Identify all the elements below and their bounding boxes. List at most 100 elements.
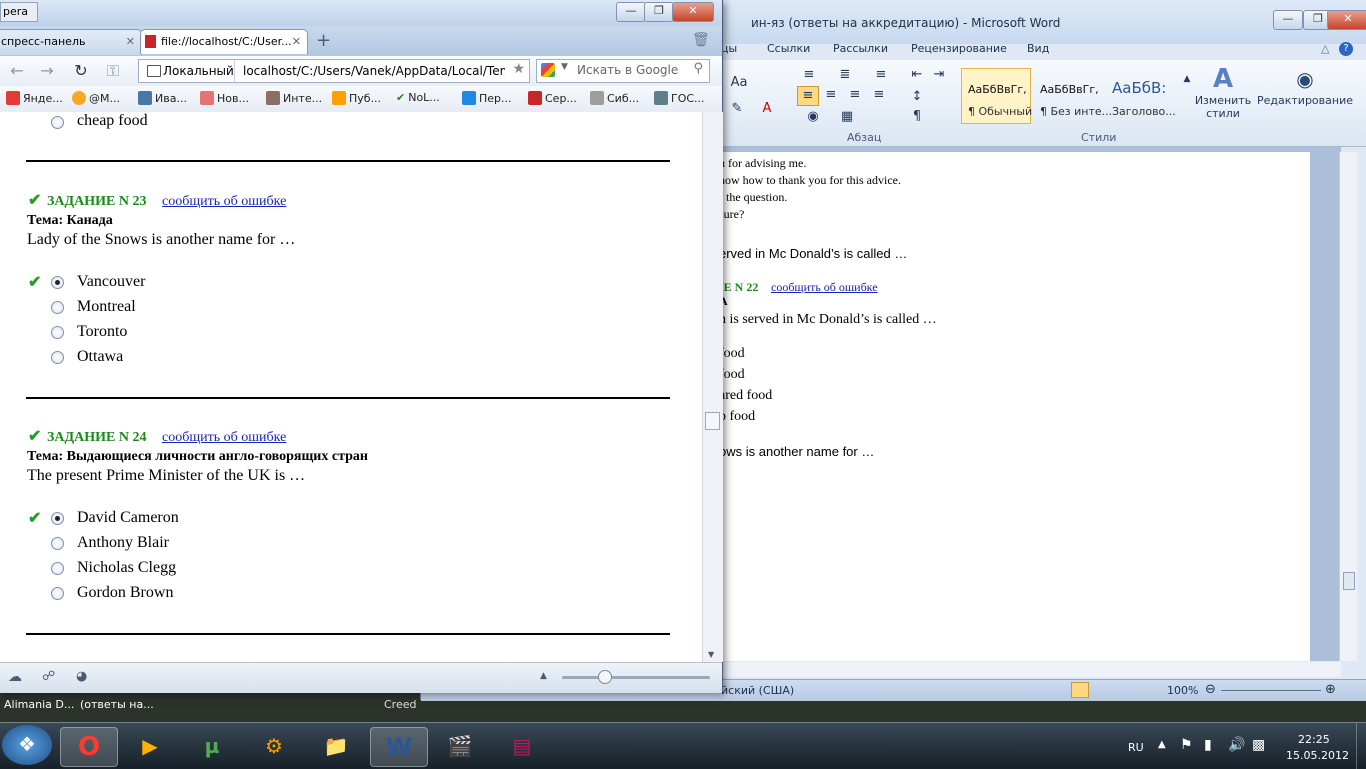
- answer-radio[interactable]: [51, 326, 64, 339]
- style-heading[interactable]: АаБбВ: Заголово...: [1105, 68, 1176, 124]
- minimize-ribbon-icon[interactable]: △: [1321, 42, 1329, 55]
- scroll-down-icon[interactable]: ▼: [708, 650, 714, 659]
- reload-icon[interactable]: ↻: [70, 60, 92, 82]
- opera-taskbar-icon[interactable]: O: [60, 727, 118, 767]
- highlight-icon[interactable]: ✎: [727, 100, 747, 118]
- back-icon[interactable]: ←: [6, 60, 28, 82]
- bookmark-item[interactable]: Ива...: [138, 91, 187, 105]
- tab-close-icon[interactable]: ✕: [292, 30, 301, 54]
- bookmark-item[interactable]: Янде...: [6, 91, 63, 105]
- bookmark-item[interactable]: ✔ NoL...: [396, 91, 440, 104]
- style-normal[interactable]: АаБбВвГг, ¶ Обычный: [961, 68, 1032, 124]
- font-size-grow-button[interactable]: Аа: [727, 74, 751, 92]
- report-error-link[interactable]: сообщить об ошибке: [771, 280, 878, 295]
- report-error-link[interactable]: сообщить об ошибке: [162, 194, 286, 210]
- bookmark-item[interactable]: Инте...: [266, 91, 322, 105]
- answer-radio[interactable]: [51, 351, 64, 364]
- zoom-slider-thumb[interactable]: [598, 670, 612, 684]
- tray-expand-icon[interactable]: ▲: [1158, 739, 1166, 750]
- bookmark-item[interactable]: Пер...: [462, 91, 512, 105]
- search-icon[interactable]: ⚲: [693, 61, 703, 76]
- zoom-slider[interactable]: [1221, 690, 1321, 691]
- tab-speed-dial[interactable]: спресс-панель ✕: [0, 29, 142, 55]
- close-button[interactable]: ✕: [1327, 10, 1366, 30]
- opera-menu-button[interactable]: pera: [0, 2, 38, 22]
- word-horizontal-scrollbar[interactable]: [721, 662, 1341, 677]
- justify-button[interactable]: ≡: [869, 86, 889, 104]
- borders-icon[interactable]: ▦: [837, 108, 857, 126]
- scroll-thumb[interactable]: [1343, 572, 1355, 590]
- cloud-icon[interactable]: ☁: [8, 669, 22, 685]
- media-player-icon[interactable]: ▶: [122, 727, 178, 765]
- change-styles-button[interactable]: A Изменить стили: [1193, 64, 1253, 128]
- bookmark-item[interactable]: @M...: [72, 91, 120, 105]
- minimize-button[interactable]: —: [1273, 10, 1303, 30]
- answer-radio[interactable]: [51, 276, 64, 289]
- key-icon[interactable]: ⚿: [102, 60, 124, 82]
- increase-indent-icon[interactable]: ⇥: [929, 66, 949, 84]
- search-field[interactable]: ▼ Искать в Google ⚲: [536, 59, 710, 83]
- answer-radio[interactable]: [51, 587, 64, 600]
- bookmark-star-icon[interactable]: ★: [512, 61, 525, 77]
- language-indicator[interactable]: RU: [1128, 741, 1144, 754]
- clock-time[interactable]: 22:25: [1298, 733, 1330, 746]
- bullets-icon[interactable]: ≡: [799, 66, 819, 84]
- utorrent-icon[interactable]: µ: [184, 727, 240, 765]
- bookmark-item[interactable]: ГОС...: [654, 91, 705, 105]
- network-icon[interactable]: ▩: [1252, 737, 1265, 753]
- forward-icon[interactable]: →: [36, 60, 58, 82]
- tab-layout[interactable]: цы: [721, 42, 737, 55]
- style-no-spacing[interactable]: АаБбВвГг, ¶ Без инте...: [1033, 68, 1112, 124]
- tab-mailings[interactable]: Рассылки: [833, 42, 888, 55]
- multilevel-list-icon[interactable]: ≡: [871, 66, 891, 84]
- help-icon[interactable]: ?: [1339, 42, 1353, 56]
- tab-references[interactable]: Ссылки: [767, 42, 810, 55]
- numbering-icon[interactable]: ≣: [835, 66, 855, 84]
- agent-icon[interactable]: ⚙: [246, 727, 302, 765]
- font-color-icon[interactable]: A: [757, 100, 777, 118]
- new-tab-icon[interactable]: +: [316, 30, 331, 51]
- tab-view[interactable]: Вид: [1027, 42, 1049, 55]
- flag-icon[interactable]: ⚑: [1180, 737, 1193, 753]
- answer-radio[interactable]: [51, 562, 64, 575]
- bookmark-item[interactable]: Пуб...: [332, 91, 381, 105]
- speedometer-icon[interactable]: ◕: [76, 669, 87, 684]
- answer-radio[interactable]: [51, 512, 64, 525]
- url-text[interactable]: localhost/C:/Users/Vanek/AppData/Local/T…: [243, 60, 505, 82]
- window-label[interactable]: Creed: [384, 698, 416, 711]
- editing-button[interactable]: ◉ Редактирование: [1257, 64, 1353, 128]
- tab-close-icon[interactable]: ✕: [126, 30, 135, 54]
- bookmark-item[interactable]: Сер...: [528, 91, 577, 105]
- browser-minimize-button[interactable]: —: [616, 2, 646, 22]
- battery-icon[interactable]: ▮: [1204, 737, 1212, 753]
- align-center-button[interactable]: ≡: [821, 86, 841, 104]
- word-vertical-scrollbar[interactable]: [1339, 152, 1357, 661]
- align-left-button[interactable]: ≡: [797, 86, 819, 106]
- chevron-down-icon[interactable]: ▼: [561, 62, 568, 72]
- clock-date[interactable]: 15.05.2012: [1286, 749, 1349, 762]
- zoom-slider[interactable]: [562, 676, 710, 679]
- address-bar[interactable]: Локальный localhost/C:/Users/Vanek/AppDa…: [138, 59, 530, 83]
- pilcrow-icon[interactable]: ¶: [907, 108, 927, 126]
- scroll-thumb[interactable]: [705, 412, 720, 430]
- site-badge[interactable]: Локальный: [143, 60, 235, 82]
- video-pro-icon[interactable]: 🎬: [432, 727, 488, 765]
- show-desktop-button[interactable]: [1356, 723, 1366, 769]
- browser-maximize-button[interactable]: ❐: [644, 2, 674, 22]
- window-label[interactable]: (ответы на...: [80, 698, 154, 711]
- volume-icon[interactable]: 🔊: [1228, 737, 1245, 753]
- tab-file[interactable]: file://localhost/C:/User... ✕: [140, 29, 308, 54]
- winrar-icon[interactable]: ▤: [494, 727, 550, 765]
- browser-close-button[interactable]: ✕: [672, 2, 714, 22]
- tab-review[interactable]: Рецензирование: [911, 42, 1007, 55]
- answer-radio[interactable]: [51, 116, 64, 129]
- explorer-icon[interactable]: 📁: [308, 727, 364, 765]
- align-right-button[interactable]: ≡: [845, 86, 865, 104]
- line-spacing-icon[interactable]: ↕: [907, 88, 927, 106]
- shading-icon[interactable]: ◉: [803, 108, 823, 126]
- answer-radio[interactable]: [51, 537, 64, 550]
- browser-vertical-scrollbar[interactable]: ▼: [702, 112, 723, 662]
- answer-radio[interactable]: [51, 301, 64, 314]
- bookmark-item[interactable]: Нов...: [200, 91, 249, 105]
- decrease-indent-icon[interactable]: ⇤: [907, 66, 927, 84]
